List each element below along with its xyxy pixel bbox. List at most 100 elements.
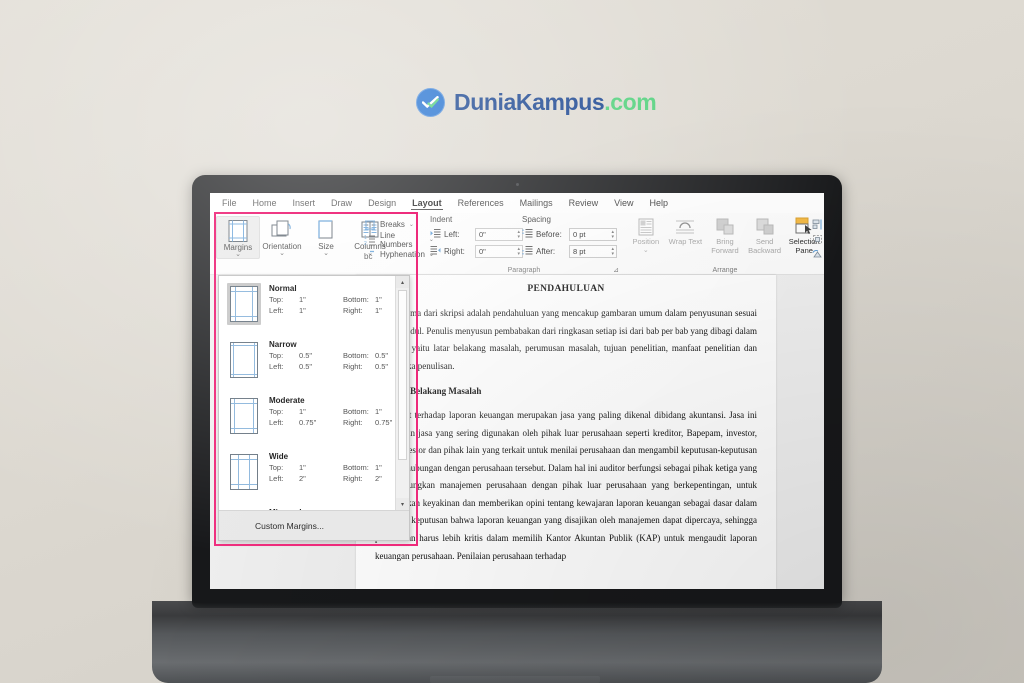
preset-row-top: Top: 1" Bottom: 1"	[269, 463, 389, 474]
custom-margins-button[interactable]: Custom Margins...	[219, 510, 409, 540]
scrollbar-thumb[interactable]	[398, 290, 407, 460]
send-backward-button[interactable]: Send Backward	[745, 216, 785, 255]
spacing-before-icon	[522, 228, 533, 241]
spacing-before-input[interactable]: 0 pt ▴ ▾	[569, 228, 617, 241]
laptop-trackpad	[430, 676, 600, 683]
indent-left-icon	[430, 228, 441, 241]
word-application: File Home Insert Draw Design Layout Refe…	[210, 193, 824, 589]
preset-name: Wide	[269, 452, 289, 461]
document-title: PENDAHULUAN	[527, 284, 605, 294]
tab-help[interactable]: Help	[642, 196, 677, 210]
scroll-up-arrow-icon[interactable]: ▴	[396, 276, 409, 288]
chevron-down-icon[interactable]: ⌄	[217, 251, 259, 258]
bring-forward-button[interactable]: Bring Forward	[705, 216, 745, 255]
ribbon-group-page-setup: Margins ⌄ Orientation ⌄ Size ⌄ Columns ⌄…	[216, 213, 434, 275]
tab-references[interactable]: References	[450, 196, 512, 210]
spacing-before-label: Before:	[536, 230, 562, 239]
preset-val: 2"	[375, 473, 382, 483]
wrap-text-label: Wrap Text	[668, 237, 703, 246]
indent-left-input[interactable]: 0" ▴ ▾	[475, 228, 523, 241]
group-objects-button[interactable]	[812, 232, 823, 247]
indent-right-value: 0"	[479, 247, 486, 256]
svg-text:2: 2	[364, 241, 367, 246]
page-size-icon	[304, 218, 348, 242]
arrange-mini-buttons	[812, 217, 823, 262]
tab-file[interactable]: File	[214, 196, 245, 210]
group-label-arrange: Arrange	[712, 267, 738, 274]
preset-key: Bottom:	[343, 351, 369, 360]
orientation-button[interactable]: Orientation ⌄	[260, 216, 304, 257]
preset-key: Bottom:	[343, 463, 369, 472]
document-page[interactable]: PENDAHULUAN Bab pertama dari skripsi ada…	[356, 275, 776, 589]
indent-left-value: 0"	[479, 230, 486, 239]
line-numbers-label: Line Numbers	[380, 230, 413, 249]
indent-right-row: Right: 0" ▴ ▾	[430, 244, 523, 259]
chevron-down-icon[interactable]: ⌄	[409, 221, 414, 228]
line-numbers-button[interactable]: 1 2 Line Numbers ⌄	[364, 230, 434, 249]
scroll-down-arrow-icon[interactable]: ▾	[396, 498, 409, 510]
hyphenation-label: Hyphenation	[380, 250, 425, 259]
spacing-before-row: Before: 0 pt ▴ ▾	[522, 227, 617, 242]
preset-key: Top:	[269, 463, 284, 472]
svg-text:bc: bc	[364, 252, 372, 261]
spinner-arrows-icon[interactable]: ▴ ▾	[611, 247, 614, 257]
bring-forward-label: Bring Forward	[711, 237, 739, 255]
margins-button[interactable]: Margins ⌄	[216, 216, 260, 259]
tab-design[interactable]: Design	[360, 196, 404, 210]
margin-thumb-wide-wrap	[227, 451, 261, 493]
hyphenation-button[interactable]: bc Hyphenation ⌄	[364, 247, 434, 262]
preset-val: 1"	[375, 463, 382, 472]
ribbon-layout-tab-content: Margins ⌄ Orientation ⌄ Size ⌄ Columns ⌄…	[210, 213, 824, 275]
screenshot-root: DuniaKampus.com File Home Insert Draw De…	[0, 0, 1024, 683]
spinner-arrows-icon[interactable]: ▴ ▾	[611, 230, 614, 240]
margins-dropdown-scrollbar[interactable]: ▴ ▾	[395, 276, 409, 510]
spinner-arrows-icon[interactable]: ▴ ▾	[517, 230, 520, 240]
tab-draw[interactable]: Draw	[323, 196, 360, 210]
margins-preset-mirrored[interactable]: Mirrored Top:1" Bottom:1" Inside:1.25" O…	[219, 500, 395, 510]
chevron-down-icon[interactable]: ⌄	[260, 250, 304, 257]
tab-insert[interactable]: Insert	[285, 196, 324, 210]
preset-val: 1"	[299, 295, 306, 304]
margins-preset-wide[interactable]: Wide Top: 1" Bottom: 1" Left: 2" Right: 2"	[219, 444, 395, 500]
tab-mailings[interactable]: Mailings	[512, 196, 561, 210]
margins-preset-normal[interactable]: Normal Top: 1" Bottom: 1" Left: 1" Right: 1"	[219, 276, 395, 332]
spacing-after-value: 8 pt	[573, 247, 586, 256]
chevron-down-icon[interactable]: ⌄	[304, 250, 348, 257]
position-button[interactable]: Position ⌄	[626, 216, 666, 255]
preset-name: Normal	[269, 284, 297, 293]
paragraph-dialog-launcher-icon[interactable]: ⊿	[613, 266, 619, 274]
margins-preset-text: Normal Top: 1" Bottom: 1" Left: 1" Right: 1"	[269, 283, 389, 325]
preset-key: Top:	[269, 295, 284, 304]
size-button[interactable]: Size ⌄	[304, 216, 348, 257]
tab-view[interactable]: View	[606, 196, 641, 210]
margins-preset-narrow[interactable]: Narrow Top: 0.5" Bottom: 0.5" Left: 0.5" Ri…	[219, 332, 395, 388]
tab-review[interactable]: Review	[561, 196, 607, 210]
chevron-down-icon[interactable]: ⌄	[626, 247, 666, 255]
document-intro-paragraph: Bab pertama dari skripsi adalah pendahul…	[375, 308, 757, 371]
preset-val: 1"	[299, 407, 306, 416]
page-setup-small-commands: Breaks ⌄ 1 2 Line Numbers ⌄ bc Hyphenati…	[364, 217, 434, 262]
rotate-objects-button[interactable]	[812, 247, 823, 262]
preset-key: Right:	[343, 361, 363, 371]
indent-right-input[interactable]: 0" ▴ ▾	[475, 245, 523, 258]
margins-preset-moderate[interactable]: Moderate Top: 1" Bottom: 1" Left: 0.75" Rig…	[219, 388, 395, 444]
duniakampus-logo: DuniaKampus.com	[416, 88, 657, 117]
spinner-arrows-icon[interactable]: ▴ ▾	[517, 247, 520, 257]
spacing-after-input[interactable]: 8 pt ▴ ▾	[569, 245, 617, 258]
preset-val: 1"	[299, 463, 306, 472]
wrap-text-button[interactable]: Wrap Text	[666, 216, 706, 255]
tab-layout[interactable]: Layout	[404, 196, 450, 210]
ribbon-tabstrip: File Home Insert Draw Design Layout Refe…	[210, 193, 824, 213]
preset-key: Bottom:	[343, 295, 369, 304]
margins-icon	[217, 219, 259, 243]
margins-dropdown-menu[interactable]: Normal Top: 1" Bottom: 1" Left: 1" Right: 1"	[218, 275, 410, 541]
laptop-lid: File Home Insert Draw Design Layout Refe…	[192, 175, 842, 603]
preset-key: Left:	[269, 417, 284, 427]
webcam-icon	[515, 183, 519, 186]
tab-home[interactable]: Home	[245, 196, 285, 210]
align-objects-button[interactable]	[812, 217, 823, 232]
preset-row-side: Left: 0.5" Right: 0.5"	[269, 362, 389, 373]
indent-header: Indent	[430, 215, 453, 224]
margins-preset-text: Moderate Top: 1" Bottom: 1" Left: 0.75" Rig…	[269, 395, 392, 437]
document-body-paragraph: Jasa audit terhadap laporan keuangan mer…	[375, 410, 757, 561]
